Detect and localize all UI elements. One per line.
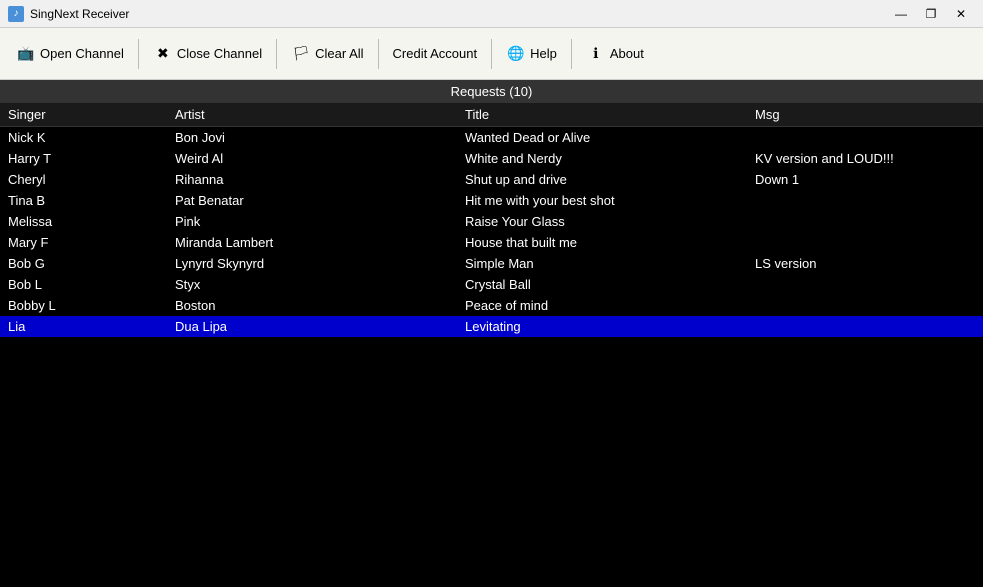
table-row[interactable]: Bob G Lynyrd Skynyrd Simple Man LS versi… <box>0 253 983 274</box>
cell-msg <box>755 130 975 145</box>
divider-2 <box>276 39 277 69</box>
cell-msg: KV version and LOUD!!! <box>755 151 975 166</box>
cell-title: Simple Man <box>465 256 755 271</box>
cell-msg <box>755 319 975 334</box>
divider-1 <box>138 39 139 69</box>
title-bar: ♪ SingNext Receiver — ❐ ✕ <box>0 0 983 28</box>
col-msg: Msg <box>755 107 975 122</box>
col-singer: Singer <box>8 107 175 122</box>
cell-singer: Melissa <box>8 214 175 229</box>
close-channel-icon: ✖ <box>153 44 173 64</box>
cell-singer: Cheryl <box>8 172 175 187</box>
table-row[interactable]: Nick K Bon Jovi Wanted Dead or Alive <box>0 127 983 148</box>
close-channel-label: Close Channel <box>177 46 262 61</box>
close-button[interactable]: ✕ <box>947 4 975 24</box>
table-row[interactable]: Tina B Pat Benatar Hit me with your best… <box>0 190 983 211</box>
cell-singer: Harry T <box>8 151 175 166</box>
about-label: About <box>610 46 644 61</box>
app-icon: ♪ <box>8 6 24 22</box>
cell-msg: Down 1 <box>755 172 975 187</box>
close-channel-button[interactable]: ✖ Close Channel <box>145 36 270 72</box>
clear-all-label: Clear All <box>315 46 363 61</box>
clear-all-button[interactable]: 🏳 Clear All <box>283 36 371 72</box>
about-button[interactable]: ℹ About <box>578 36 652 72</box>
divider-3 <box>378 39 379 69</box>
requests-header: Requests (10) <box>0 80 983 103</box>
table-row[interactable]: Lia Dua Lipa Levitating <box>0 316 983 337</box>
divider-5 <box>571 39 572 69</box>
cell-title: House that built me <box>465 235 755 250</box>
cell-singer: Bobby L <box>8 298 175 313</box>
cell-singer: Bob L <box>8 277 175 292</box>
app-title: SingNext Receiver <box>30 7 129 21</box>
cell-artist: Rihanna <box>175 172 465 187</box>
table-row[interactable]: Bobby L Boston Peace of mind <box>0 295 983 316</box>
requests-count: Requests (10) <box>451 84 533 99</box>
cell-artist: Boston <box>175 298 465 313</box>
cell-singer: Bob G <box>8 256 175 271</box>
table-row[interactable]: Harry T Weird Al White and Nerdy KV vers… <box>0 148 983 169</box>
cell-title: Shut up and drive <box>465 172 755 187</box>
maximize-button[interactable]: ❐ <box>917 4 945 24</box>
open-channel-button[interactable]: 📺 Open Channel <box>8 36 132 72</box>
cell-title: Hit me with your best shot <box>465 193 755 208</box>
table-row[interactable]: Mary F Miranda Lambert House that built … <box>0 232 983 253</box>
cell-artist: Dua Lipa <box>175 319 465 334</box>
minimize-button[interactable]: — <box>887 4 915 24</box>
open-channel-icon: 📺 <box>16 44 36 64</box>
credit-account-label: Credit Account <box>393 46 478 61</box>
help-label: Help <box>530 46 557 61</box>
title-bar-left: ♪ SingNext Receiver <box>8 6 129 22</box>
cell-artist: Weird Al <box>175 151 465 166</box>
cell-title: Peace of mind <box>465 298 755 313</box>
cell-msg <box>755 235 975 250</box>
cell-title: White and Nerdy <box>465 151 755 166</box>
cell-artist: Bon Jovi <box>175 130 465 145</box>
divider-4 <box>491 39 492 69</box>
cell-msg <box>755 214 975 229</box>
col-artist: Artist <box>175 107 465 122</box>
table-row[interactable]: Bob L Styx Crystal Ball <box>0 274 983 295</box>
help-button[interactable]: 🌐 Help <box>498 36 565 72</box>
cell-msg <box>755 298 975 313</box>
cell-artist: Pink <box>175 214 465 229</box>
credit-account-button[interactable]: Credit Account <box>385 36 486 72</box>
cell-singer: Nick K <box>8 130 175 145</box>
about-icon: ℹ <box>586 44 606 64</box>
cell-singer: Lia <box>8 319 175 334</box>
table-row[interactable]: Melissa Pink Raise Your Glass <box>0 211 983 232</box>
cell-msg <box>755 193 975 208</box>
cell-singer: Mary F <box>8 235 175 250</box>
table-body: Nick K Bon Jovi Wanted Dead or Alive Har… <box>0 127 983 337</box>
help-icon: 🌐 <box>506 44 526 64</box>
cell-title: Levitating <box>465 319 755 334</box>
cell-artist: Pat Benatar <box>175 193 465 208</box>
open-channel-label: Open Channel <box>40 46 124 61</box>
cell-title: Crystal Ball <box>465 277 755 292</box>
table-header: Singer Artist Title Msg <box>0 103 983 127</box>
toolbar: 📺 Open Channel ✖ Close Channel 🏳 Clear A… <box>0 28 983 80</box>
col-title: Title <box>465 107 755 122</box>
cell-artist: Miranda Lambert <box>175 235 465 250</box>
title-bar-controls: — ❐ ✕ <box>887 4 975 24</box>
cell-artist: Styx <box>175 277 465 292</box>
cell-title: Wanted Dead or Alive <box>465 130 755 145</box>
cell-msg: LS version <box>755 256 975 271</box>
cell-title: Raise Your Glass <box>465 214 755 229</box>
table-row[interactable]: Cheryl Rihanna Shut up and drive Down 1 <box>0 169 983 190</box>
cell-artist: Lynyrd Skynyrd <box>175 256 465 271</box>
clear-all-icon: 🏳 <box>291 44 311 64</box>
cell-singer: Tina B <box>8 193 175 208</box>
cell-msg <box>755 277 975 292</box>
